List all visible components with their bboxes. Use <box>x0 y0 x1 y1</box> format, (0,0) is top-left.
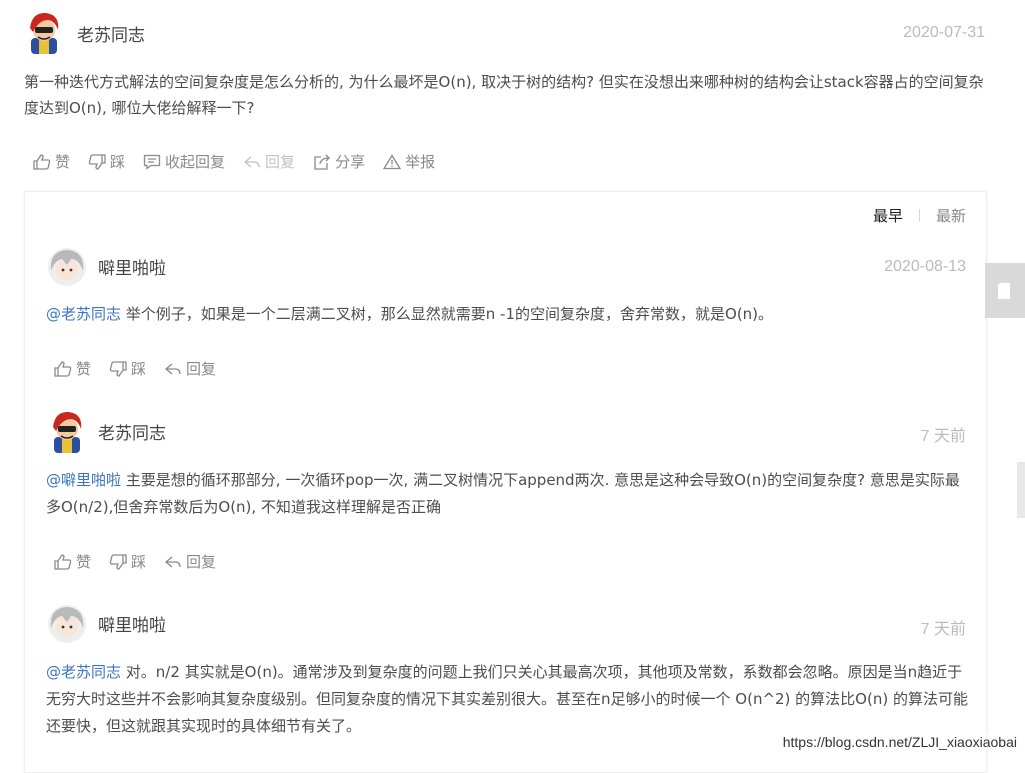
share-label: 分享 <box>335 153 366 171</box>
reply-actions: 赞 踩 回复 <box>54 358 234 379</box>
comment-icon <box>143 154 161 170</box>
like-button[interactable]: 赞 <box>54 358 91 379</box>
reply-username[interactable]: 噼里啪啦 <box>98 611 166 636</box>
user-avatar[interactable] <box>47 245 87 289</box>
comment-date: 2020-07-31 <box>903 24 985 41</box>
mention-link[interactable]: @老苏同志 <box>46 305 121 323</box>
reply-actions: 赞 踩 回复 <box>54 551 234 572</box>
comment-text: 第一种迭代方式解法的空间复杂度是怎么分析的, 为什么最坏是O(n), 取决于树的… <box>24 73 984 117</box>
mention-link[interactable]: @老苏同志 <box>46 663 121 681</box>
collapse-replies-button[interactable]: 收起回复 <box>143 151 225 172</box>
thumbs-down-icon <box>88 153 106 170</box>
report-button[interactable]: 举报 <box>383 151 435 172</box>
comment-username[interactable]: 老苏同志 <box>77 21 145 46</box>
thumbs-up-icon <box>54 553 72 570</box>
share-button[interactable]: 分享 <box>313 151 365 172</box>
reply-body: 主要是想的循环那部分, 一次循环pop一次, 满二叉树情况下append两次. … <box>46 471 960 516</box>
reply-text: @老苏同志 对。n/2 其实就是O(n)。通常涉及到复杂度的问题上我们只关心其最… <box>46 659 971 740</box>
dislike-button[interactable]: 踩 <box>88 151 125 172</box>
reply-text: @老苏同志 举个例子，如果是一个二层满二叉树，那么显然就需要n -1的空间复杂度… <box>46 301 971 328</box>
mention-link[interactable]: @噼里啪啦 <box>46 471 121 489</box>
dislike-button[interactable]: 踩 <box>109 551 146 572</box>
reply-arrow-icon <box>165 556 181 567</box>
reply-arrow-icon <box>244 156 260 167</box>
sort-latest[interactable]: 最新 <box>936 205 966 226</box>
replies-panel: 最早 最新 噼里啪啦 2020-08-13 @老苏同志 举个例子，如果是一个二层… <box>24 191 987 773</box>
reply-label: 回复 <box>186 360 217 378</box>
like-label: 赞 <box>76 553 92 571</box>
report-label: 举报 <box>405 153 436 171</box>
dislike-label: 踩 <box>131 553 147 571</box>
reply-date: 7 天前 <box>920 428 966 445</box>
reply-body: 对。n/2 其实就是O(n)。通常涉及到复杂度的问题上我们只关心其最高次项，其他… <box>46 663 968 735</box>
like-button[interactable]: 赞 <box>54 551 91 572</box>
reply-label: 回复 <box>265 153 296 171</box>
warning-icon <box>383 153 402 169</box>
reply-label: 回复 <box>186 553 217 571</box>
reply-button[interactable]: 回复 <box>243 151 295 172</box>
document-icon <box>997 281 1010 299</box>
thumbs-down-icon <box>109 553 127 570</box>
sort-divider <box>918 209 920 222</box>
like-button[interactable]: 赞 <box>33 151 70 172</box>
reply-date: 2020-08-13 <box>884 258 966 275</box>
reply-button[interactable]: 回复 <box>164 551 216 572</box>
thumbs-up-icon <box>33 153 51 170</box>
reply-text: @噼里啪啦 主要是想的循环那部分, 一次循环pop一次, 满二叉树情况下appe… <box>46 467 971 521</box>
comment-actions: 赞 踩 收起回复 回复 分享 举报 <box>33 151 453 172</box>
dislike-button[interactable]: 踩 <box>109 358 146 379</box>
share-icon <box>314 154 330 170</box>
sort-earliest[interactable]: 最早 <box>873 205 903 226</box>
sort-toggle: 最早 最新 <box>873 205 966 226</box>
reply-button[interactable]: 回复 <box>164 358 216 379</box>
thumbs-down-icon <box>109 360 127 377</box>
watermark: https://blog.csdn.net/ZLJI_xiaoxiaobai <box>782 734 1017 750</box>
user-avatar[interactable] <box>47 602 87 646</box>
dislike-label: 踩 <box>131 360 147 378</box>
side-float-tab[interactable] <box>985 263 1025 318</box>
side-scroll-handle[interactable] <box>1017 462 1025 518</box>
thumbs-up-icon <box>54 360 72 377</box>
user-avatar[interactable] <box>47 409 87 453</box>
reply-body: 举个例子，如果是一个二层满二叉树，那么显然就需要n -1的空间复杂度，舍弃常数，… <box>121 305 774 323</box>
reply-username[interactable]: 噼里啪啦 <box>98 254 166 279</box>
like-label: 赞 <box>55 153 71 171</box>
reply-username[interactable]: 老苏同志 <box>98 419 166 444</box>
reply-arrow-icon <box>165 363 181 374</box>
user-avatar[interactable] <box>24 10 64 54</box>
collapse-replies-label: 收起回复 <box>165 153 226 171</box>
like-label: 赞 <box>76 360 92 378</box>
reply-date: 7 天前 <box>920 621 966 638</box>
dislike-label: 踩 <box>110 153 126 171</box>
